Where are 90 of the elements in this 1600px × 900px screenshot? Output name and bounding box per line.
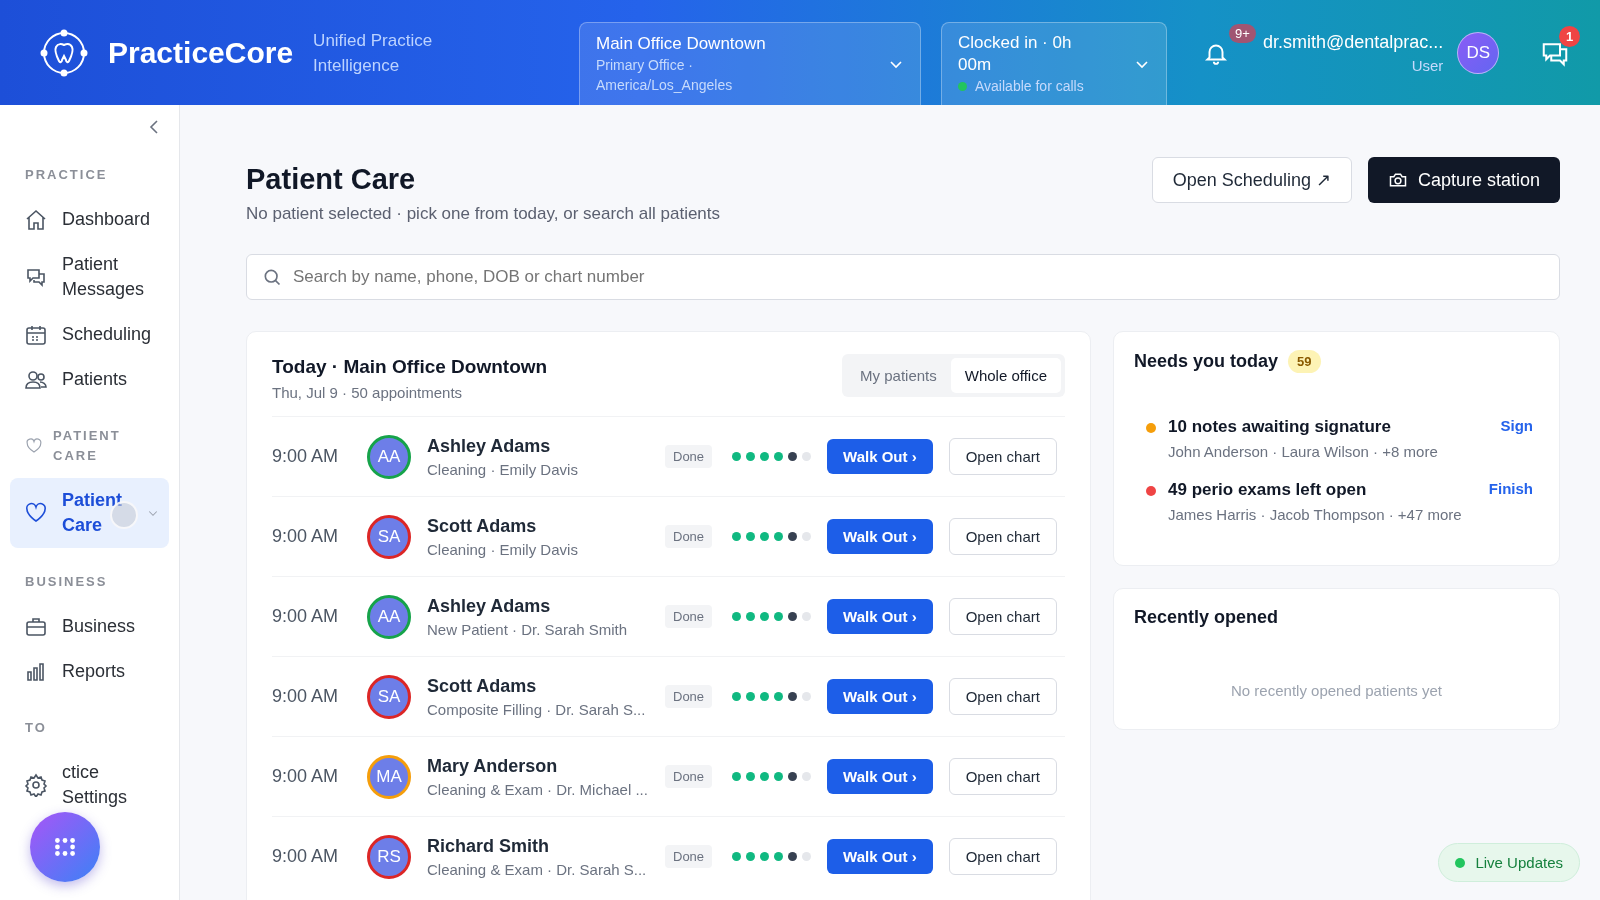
- patient-name[interactable]: Scott Adams: [427, 675, 657, 697]
- capture-station-button[interactable]: Capture station: [1367, 157, 1560, 203]
- patient-avatar: AA: [367, 594, 411, 639]
- card-title: Needs you today: [1134, 351, 1279, 372]
- appointment-time: 9:00 AM: [272, 766, 340, 787]
- status-tag: Done: [665, 845, 713, 868]
- walk-out-button[interactable]: Walk Out ›: [827, 839, 933, 874]
- nav-item[interactable]: Reports: [10, 649, 169, 694]
- patient-name[interactable]: Mary Anderson: [427, 755, 657, 777]
- nav-item[interactable]: ctice Settings: [10, 750, 169, 820]
- settings-icon: [24, 773, 48, 797]
- open-chart-button[interactable]: Open chart: [948, 758, 1057, 795]
- patient-name[interactable]: Ashley Adams: [427, 595, 657, 617]
- open-chart-button[interactable]: Open chart: [948, 438, 1057, 475]
- appointment-detail: Cleaning & Exam · Dr. Michael ...: [427, 780, 649, 798]
- walk-out-button[interactable]: Walk Out ›: [827, 439, 933, 474]
- card-title: Recently opened: [1134, 607, 1280, 628]
- status-tag: Done: [665, 605, 713, 628]
- patient-name[interactable]: Richard Smith: [427, 835, 657, 857]
- open-chart-button[interactable]: Open chart: [948, 678, 1057, 715]
- status-tag: Done: [665, 685, 713, 708]
- patient-avatar: AA: [367, 434, 411, 479]
- task-title: 10 notes awaiting signature: [1168, 417, 1392, 437]
- status-tag: Done: [665, 765, 713, 788]
- home-icon: [24, 207, 48, 232]
- page-title: Patient Care: [246, 163, 417, 196]
- user-role: User: [1411, 56, 1444, 74]
- tagline: Unified Practice Intelligence: [313, 29, 434, 77]
- user-avatar[interactable]: DS: [1457, 31, 1500, 74]
- status-tag: Done: [665, 445, 713, 468]
- appointment-time: 9:00 AM: [272, 526, 340, 547]
- notification-badge: 9+: [1229, 23, 1256, 43]
- task-action-link[interactable]: Finish: [1488, 480, 1533, 497]
- live-updates-label: Live Updates: [1475, 854, 1563, 871]
- filter-tab[interactable]: My patients: [846, 357, 951, 393]
- nav-item[interactable]: Patient Messages: [10, 242, 169, 312]
- location-dropdown[interactable]: Main Office Downtown Primary Office · America/Los_Angeles: [579, 22, 921, 105]
- count-badge: 59: [1288, 350, 1321, 373]
- clock-dropdown[interactable]: Clocked in · 0h 00m Available for calls: [941, 22, 1167, 105]
- walk-out-button[interactable]: Walk Out ›: [827, 759, 933, 794]
- user-email: dr.smith@dentalprac...: [1263, 31, 1444, 53]
- appointment-time: 9:00 AM: [272, 446, 340, 467]
- walk-out-button[interactable]: Walk Out ›: [827, 599, 933, 634]
- patient-avatar: RS: [367, 834, 411, 879]
- section-label: PATIENT CARE: [53, 427, 122, 465]
- open-chart-button[interactable]: Open chart: [948, 518, 1057, 555]
- open-scheduling-button[interactable]: Open Scheduling ↗: [1151, 157, 1352, 203]
- card-subtitle: Thu, Jul 9 · 50 appointments: [272, 384, 463, 401]
- status-tag: Done: [665, 525, 713, 548]
- task-title: 49 perio exams left open: [1168, 480, 1368, 500]
- patient-avatar: SA: [367, 514, 411, 559]
- heart-icon: [25, 437, 43, 455]
- section-label: PRACTICE: [25, 166, 108, 184]
- appointment-time: 9:00 AM: [272, 606, 340, 627]
- appointment-time: 9:00 AM: [272, 686, 340, 707]
- empty-message: No recently opened patients yet: [1230, 682, 1443, 699]
- brand-name: PracticeCore: [108, 35, 294, 70]
- camera-icon: [1387, 170, 1408, 190]
- search-field[interactable]: Search by name, phone, DOB or chart number: [246, 254, 1560, 300]
- walk-out-button[interactable]: Walk Out ›: [827, 519, 933, 554]
- patient-name[interactable]: Ashley Adams: [427, 435, 657, 457]
- nav-item[interactable]: Scheduling: [10, 312, 169, 357]
- apps-button[interactable]: [30, 812, 100, 882]
- tooth-logo-icon: [40, 28, 88, 77]
- patient-avatar: SA: [367, 674, 411, 719]
- walk-out-button[interactable]: Walk Out ›: [827, 679, 933, 714]
- nav-item[interactable]: Business: [10, 604, 169, 649]
- task-patients: John Anderson · Laura Wilson · +8 more: [1168, 443, 1439, 460]
- nav-item[interactable]: Patients: [10, 357, 169, 402]
- open-chart-button[interactable]: Open chart: [948, 598, 1057, 635]
- nav-item[interactable]: Dashboard: [10, 197, 169, 242]
- patient-name[interactable]: Scott Adams: [427, 515, 657, 537]
- messages-badge: 1: [1559, 25, 1580, 47]
- task-patients: James Harris · Jacob Thompson · +47 more: [1168, 506, 1463, 523]
- appointment-detail: New Patient · Dr. Sarah Smith: [427, 620, 629, 638]
- patient-avatar: MA: [367, 754, 411, 799]
- appointment-detail: Composite Filling · Dr. Sarah S...: [427, 700, 647, 718]
- task-action-link[interactable]: Sign: [1500, 417, 1533, 434]
- page-subtitle: No patient selected · pick one from today, or search all patients: [246, 204, 721, 224]
- appointment-time: 9:00 AM: [272, 846, 340, 867]
- heart-icon: [24, 501, 48, 525]
- appointment-detail: Cleaning · Emily Davis: [427, 460, 579, 478]
- section-label: TO: [25, 719, 47, 737]
- section-label: BUSINESS: [25, 573, 108, 591]
- nav-item[interactable]: Patient Care: [10, 478, 169, 548]
- appointment-detail: Cleaning & Exam · Dr. Sarah S...: [427, 860, 648, 878]
- open-chart-button[interactable]: Open chart: [948, 838, 1057, 875]
- card-title: Today · Main Office Downtown: [272, 356, 548, 378]
- appointment-detail: Cleaning · Emily Davis: [427, 540, 579, 558]
- filter-tab[interactable]: Whole office: [950, 357, 1061, 393]
